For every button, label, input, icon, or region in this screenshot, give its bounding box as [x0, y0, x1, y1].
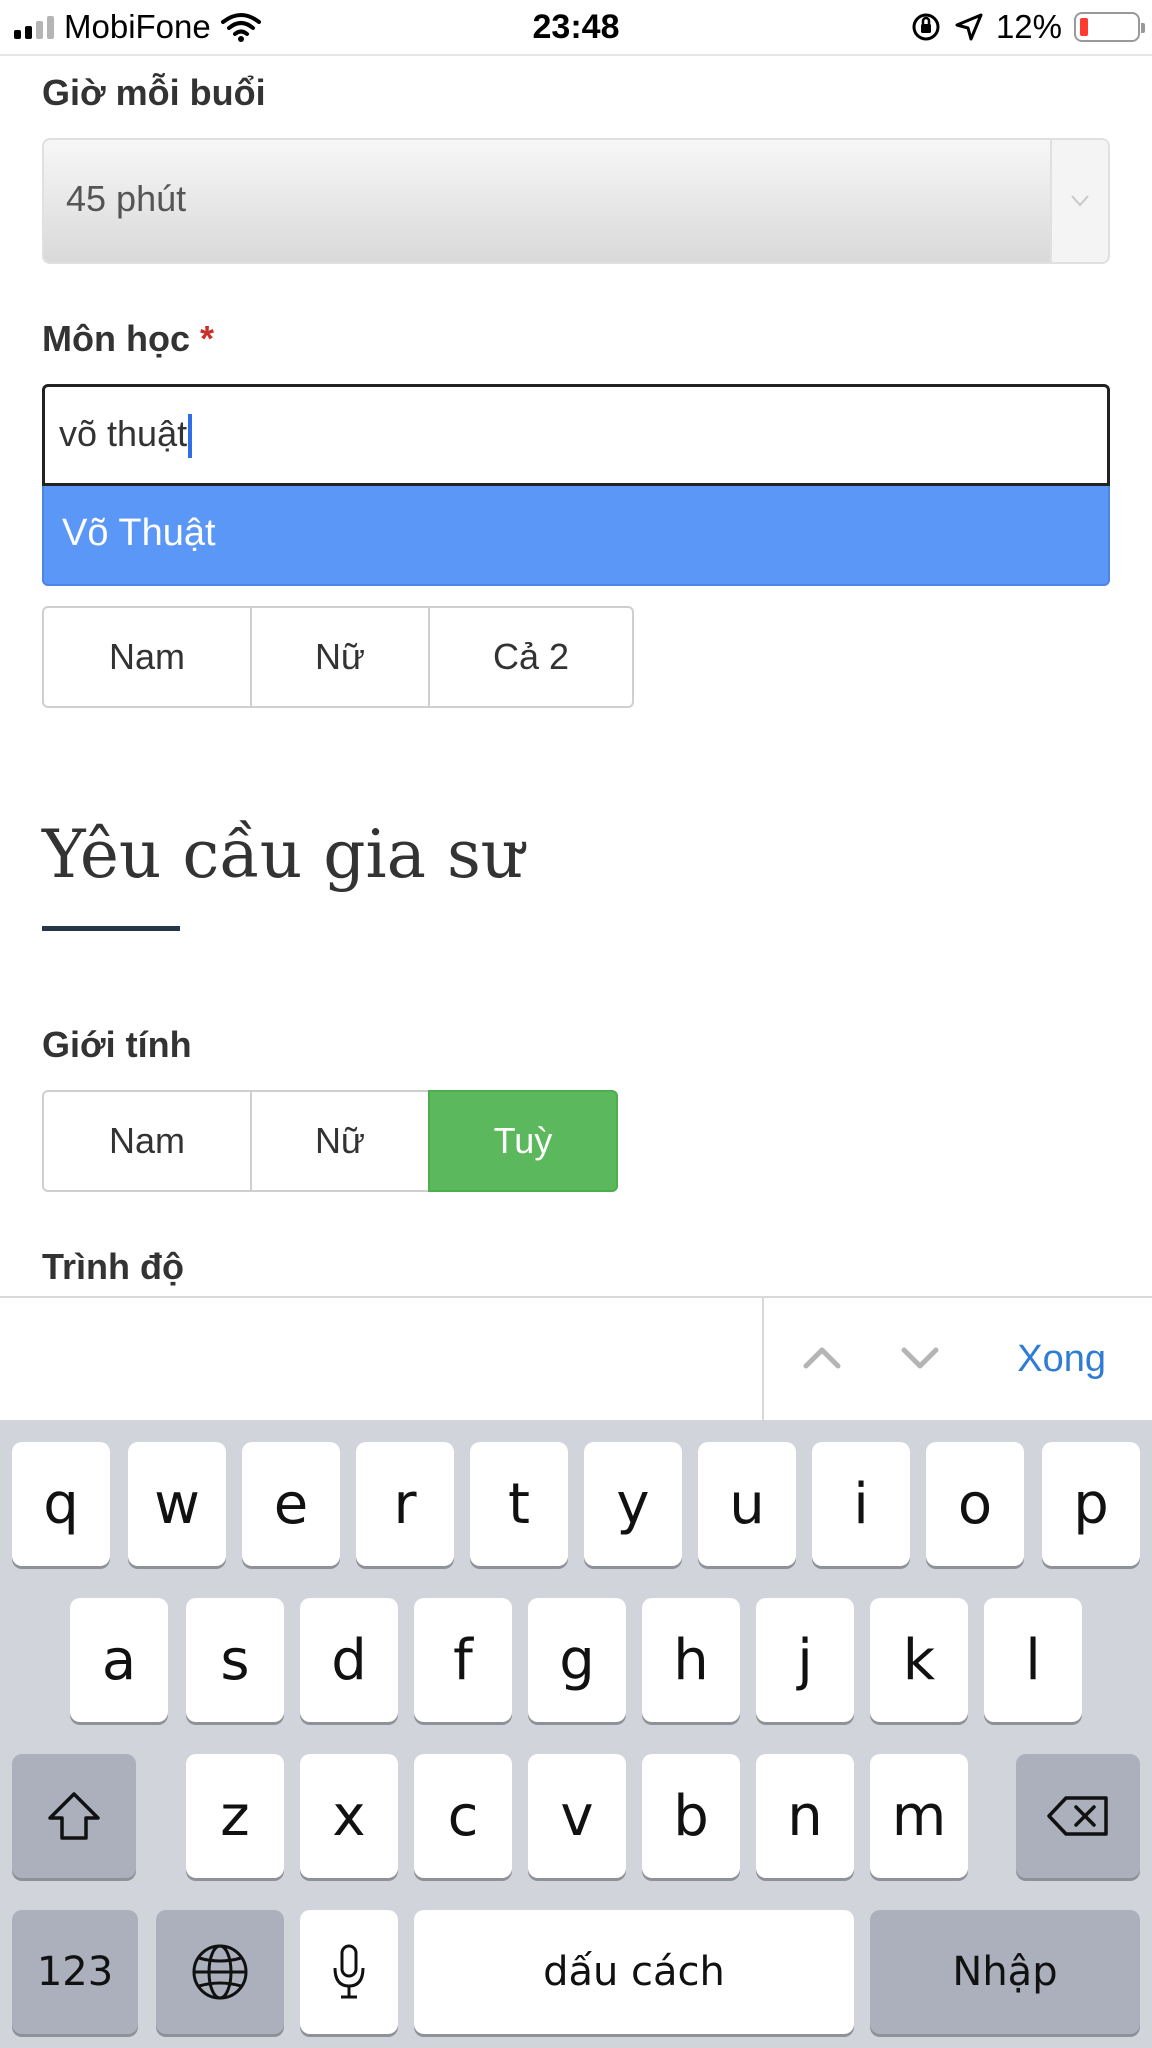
tutor-gender-female-button[interactable]: Nữ [250, 1090, 430, 1192]
section-title-underline [42, 926, 180, 931]
accessory-divider [762, 1298, 764, 1422]
key-e[interactable]: e [242, 1442, 340, 1566]
subject-suggestion-item[interactable]: Võ Thuật [42, 486, 1110, 586]
battery-icon [1074, 12, 1145, 42]
key-h[interactable]: h [642, 1598, 740, 1722]
numbers-key[interactable]: 123 [12, 1910, 138, 2034]
key-c[interactable]: c [414, 1754, 512, 1878]
key-v[interactable]: v [528, 1754, 626, 1878]
location-arrow-icon [955, 13, 983, 41]
key-l[interactable]: l [984, 1598, 1082, 1722]
status-right: 12% [910, 8, 1145, 46]
key-m[interactable]: m [870, 1754, 968, 1878]
globe-icon [192, 1944, 248, 2000]
key-p[interactable]: p [1042, 1442, 1140, 1566]
tutor-gender-male-button[interactable]: Nam [42, 1090, 252, 1192]
level-label: Trình độ [42, 1246, 184, 1287]
chevron-up-icon[interactable] [800, 1336, 844, 1380]
key-f[interactable]: f [414, 1598, 512, 1722]
backspace-key[interactable] [1016, 1754, 1140, 1878]
return-key[interactable]: Nhập [870, 1910, 1140, 2034]
key-r[interactable]: r [356, 1442, 454, 1566]
keyboard-accessory-bar: Xong [0, 1296, 1152, 1422]
done-button[interactable]: Xong [1017, 1338, 1106, 1381]
tutor-gender-any-button[interactable]: Tuỳ [428, 1090, 618, 1192]
microphone-key[interactable] [300, 1910, 398, 2034]
student-gender-female-button[interactable]: Nữ [250, 606, 430, 708]
shift-key[interactable] [12, 1754, 136, 1878]
student-gender-both-button[interactable]: Cả 2 [428, 606, 634, 708]
key-g[interactable]: g [528, 1598, 626, 1722]
shift-arrow-icon [48, 1792, 100, 1840]
key-q[interactable]: q [12, 1442, 110, 1566]
section-title: Yêu cầu gia sư [42, 816, 524, 893]
key-u[interactable]: u [698, 1442, 796, 1566]
key-z[interactable]: z [186, 1754, 284, 1878]
required-mark: * [200, 318, 215, 359]
hours-per-session-label: Giờ mỗi buổi [42, 72, 266, 113]
key-b[interactable]: b [642, 1754, 740, 1878]
hours-per-session-select[interactable]: 45 phút [42, 138, 1110, 264]
key-o[interactable]: o [926, 1442, 1024, 1566]
subject-suggestion-label: Võ Thuật [62, 512, 216, 554]
subject-label-text: Môn học [42, 318, 190, 359]
student-gender-male-button[interactable]: Nam [42, 606, 252, 708]
key-x[interactable]: x [300, 1754, 398, 1878]
key-k[interactable]: k [870, 1598, 968, 1722]
key-y[interactable]: y [584, 1442, 682, 1566]
subject-input-value: võ thuật [59, 413, 193, 459]
text-caret [188, 414, 193, 459]
battery-percent: 12% [995, 8, 1062, 45]
key-d[interactable]: d [300, 1598, 398, 1722]
key-i[interactable]: i [812, 1442, 910, 1566]
key-a[interactable]: a [70, 1598, 168, 1722]
status-bar: MobiFone 23:48 12% [0, 0, 1152, 56]
subject-input-text: võ thuật [59, 413, 188, 454]
globe-key[interactable] [156, 1910, 284, 2034]
space-key[interactable]: dấu cách [414, 1910, 854, 2034]
chevron-down-icon [1050, 140, 1108, 262]
microphone-icon [333, 1944, 365, 1999]
student-gender-group: Nam Nữ Cả 2 [42, 606, 634, 708]
key-w[interactable]: w [128, 1442, 226, 1566]
tutor-gender-label: Giới tính [42, 1024, 192, 1065]
orientation-lock-icon [912, 13, 940, 41]
subject-label: Môn học * [42, 318, 214, 360]
backspace-icon [1047, 1796, 1108, 1836]
key-t[interactable]: t [470, 1442, 568, 1566]
hours-per-session-value: 45 phút [66, 178, 187, 219]
key-j[interactable]: j [756, 1598, 854, 1722]
keyboard: q w e r t y u i o p a s d f g h j k l z … [0, 1420, 1152, 2048]
key-n[interactable]: n [756, 1754, 854, 1878]
key-s[interactable]: s [186, 1598, 284, 1722]
chevron-down-icon[interactable] [898, 1336, 942, 1380]
tutor-gender-group: Nam Nữ Tuỳ [42, 1090, 618, 1192]
subject-input[interactable]: võ thuật [42, 384, 1110, 486]
